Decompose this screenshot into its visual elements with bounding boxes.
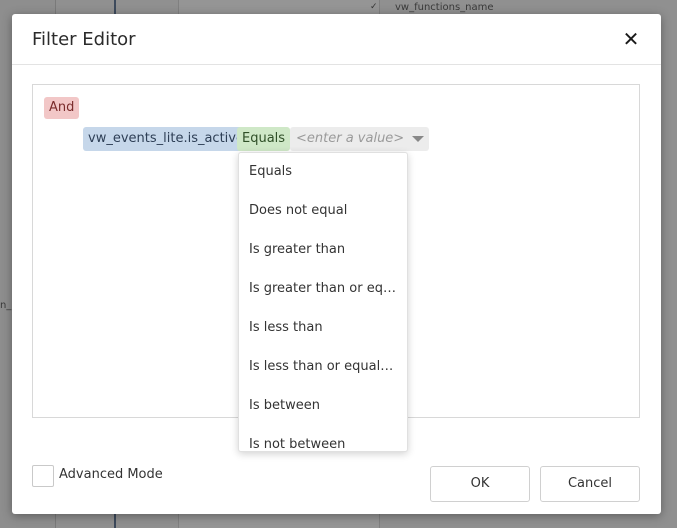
cancel-button[interactable]: Cancel (540, 466, 640, 502)
dropdown-item-label: Is less than (249, 320, 323, 335)
chevron-down-icon[interactable] (412, 136, 424, 142)
dropdown-item-label: Is greater than or equal to (249, 281, 397, 296)
dropdown-item-label: Does not equal (249, 203, 348, 218)
dropdown-item-label: Equals (249, 164, 293, 179)
dropdown-item-is-less-than[interactable]: Is less than (239, 309, 407, 348)
dropdown-item-label: Is less than or equal to (249, 359, 397, 374)
ok-button[interactable]: OK (430, 466, 530, 502)
condition-field-chip[interactable]: vw_events_lite.is_active (83, 127, 249, 151)
dropdown-item-label: Is greater than (249, 242, 346, 257)
group-operator-chip[interactable]: And (44, 97, 80, 119)
advanced-mode-label: Advanced Mode (59, 467, 163, 482)
dropdown-item-is-greater-than[interactable]: Is greater than (239, 231, 407, 270)
dropdown-item-is-less-than-or-equal-to[interactable]: Is less than or equal to (239, 348, 407, 387)
dialog-header: Filter Editor ✕ (12, 14, 661, 65)
dropdown-item-is-between[interactable]: Is between (239, 387, 407, 426)
dialog-title: Filter Editor (32, 29, 136, 50)
dropdown-item-equals[interactable]: Equals (239, 153, 407, 192)
operator-dropdown-list[interactable]: Equals Does not equal Is greater than Is… (238, 152, 408, 452)
background-row-label: vw_functions_name (395, 2, 494, 13)
dropdown-item-is-greater-than-or-equal-to[interactable]: Is greater than or equal to (239, 270, 407, 309)
dropdown-item-label: Is between (249, 398, 320, 413)
dropdown-item-does-not-equal[interactable]: Does not equal (239, 192, 407, 231)
background-side-text: n_ (0, 300, 12, 311)
dropdown-item-label: Is not between (249, 437, 346, 452)
dropdown-item-is-not-between[interactable]: Is not between (239, 426, 407, 452)
checkmark-icon: ✓ (370, 2, 378, 12)
close-icon[interactable]: ✕ (620, 28, 642, 50)
value-placeholder: <enter a value> (296, 131, 405, 146)
advanced-mode-checkbox[interactable] (32, 465, 54, 487)
condition-value-editor[interactable]: <enter a value> (290, 127, 429, 151)
condition-operator-chip[interactable]: Equals (237, 127, 291, 151)
